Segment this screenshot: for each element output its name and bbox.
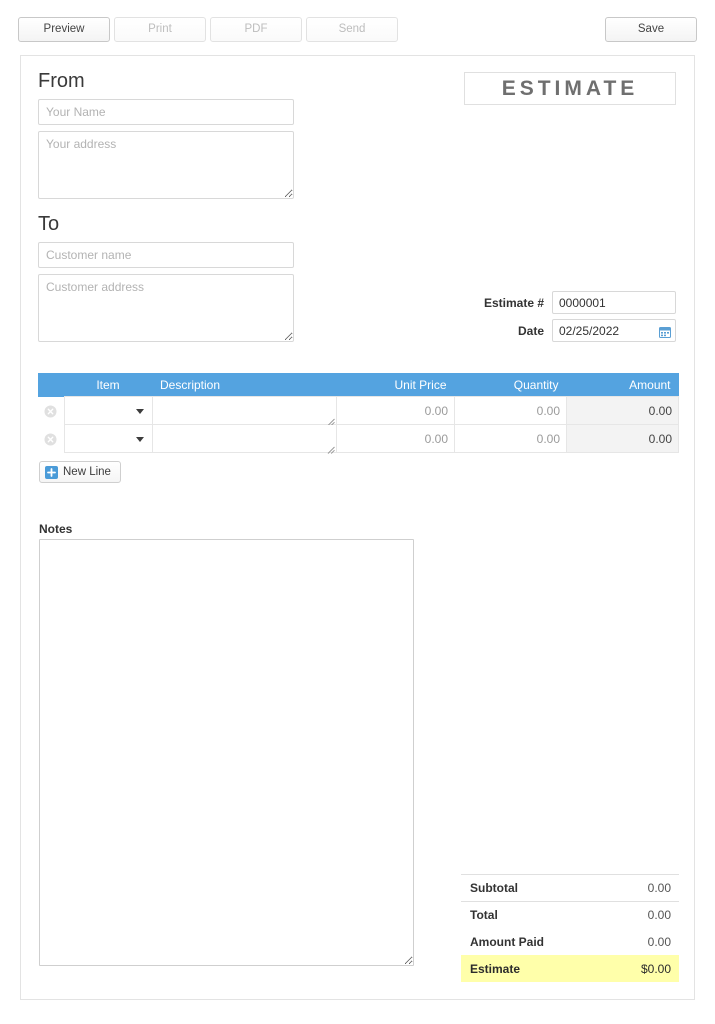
date-field-wrapper [552, 319, 676, 342]
to-section: To [38, 213, 294, 342]
toolbar-right-group: Save [605, 17, 697, 42]
table-row: 0.00 0.00 0.00 [38, 396, 679, 426]
header-quantity: Quantity [454, 373, 567, 397]
preview-button[interactable]: Preview [18, 17, 110, 42]
header-unit-price: Unit Price [336, 373, 455, 397]
from-heading: From [38, 70, 85, 92]
quantity-cell[interactable]: 0.00 [454, 424, 567, 453]
delete-circle-icon[interactable] [44, 433, 57, 446]
new-line-button[interactable]: New Line [39, 461, 121, 483]
line-items-body: 0.00 0.00 0.00 0.00 0.00 0.00 [38, 396, 679, 454]
description-cell[interactable] [151, 396, 337, 426]
amount-cell: 0.00 [566, 424, 679, 453]
from-address-input[interactable] [38, 131, 294, 199]
document-meta: Estimate # Date [484, 291, 676, 347]
date-input[interactable] [552, 319, 676, 342]
unit-price-cell[interactable]: 0.00 [336, 424, 455, 453]
amount-paid-label: Amount Paid [470, 934, 544, 949]
header-amount: Amount [566, 373, 679, 397]
calendar-icon[interactable] [659, 325, 671, 338]
unit-price-cell[interactable]: 0.00 [336, 396, 455, 425]
estimate-total-label: Estimate [470, 961, 521, 976]
subtotal-row: Subtotal 0.00 [461, 874, 679, 901]
item-cell[interactable] [63, 424, 153, 453]
new-line-label: New Line [63, 466, 111, 478]
item-select-0[interactable] [70, 402, 146, 419]
total-row: Total 0.00 [461, 901, 679, 928]
pdf-button[interactable]: PDF [210, 17, 302, 42]
top-toolbar: Preview Print PDF Send Save [0, 0, 715, 48]
send-button[interactable]: Send [306, 17, 398, 42]
total-label: Total [470, 908, 498, 922]
to-address-input[interactable] [38, 274, 294, 342]
item-cell[interactable] [63, 396, 153, 425]
toolbar-left-group: Preview Print PDF Send [18, 17, 402, 42]
date-label: Date [517, 323, 544, 338]
notes-label: Notes [39, 522, 73, 536]
resize-handle-icon[interactable] [326, 443, 335, 454]
subtotal-label: Subtotal [470, 881, 518, 895]
delete-row-cell [38, 425, 64, 453]
table-row: 0.00 0.00 0.00 [38, 424, 679, 454]
estimate-total-value: $0.00 [640, 961, 671, 976]
table-header-row: Item Description Unit Price Quantity Amo… [38, 373, 679, 397]
from-section: From [38, 70, 294, 199]
estimate-number-label: Estimate # [483, 295, 544, 310]
quantity-cell[interactable]: 0.00 [454, 396, 567, 425]
header-description: Description [152, 373, 337, 397]
document-title: ESTIMATE [501, 76, 639, 100]
delete-circle-icon[interactable] [44, 405, 57, 418]
estimate-document: ESTIMATE From To Estimate # Date [20, 55, 695, 1000]
totals-section: Subtotal 0.00 Total 0.00 Amount Paid 0.0… [461, 874, 679, 982]
to-heading: To [38, 213, 60, 235]
document-title-box: ESTIMATE [464, 72, 676, 105]
save-button[interactable]: Save [605, 17, 697, 42]
estimate-number-input[interactable] [552, 291, 676, 314]
line-items-table: Item Description Unit Price Quantity Amo… [38, 373, 679, 454]
from-name-input[interactable] [38, 99, 294, 125]
amount-paid-value: 0.00 [647, 934, 671, 949]
description-cell[interactable] [151, 424, 337, 454]
print-button[interactable]: Print [114, 17, 206, 42]
line-items-header: Item Description Unit Price Quantity Amo… [38, 373, 679, 397]
subtotal-value: 0.00 [647, 881, 671, 895]
delete-row-cell [38, 397, 64, 425]
notes-input[interactable] [39, 539, 414, 966]
date-row: Date [484, 319, 676, 342]
description-input-1[interactable] [158, 430, 334, 447]
header-delete-spacer [38, 373, 64, 397]
resize-handle-icon[interactable] [326, 415, 335, 426]
amount-paid-row: Amount Paid 0.00 [461, 928, 679, 955]
estimate-number-row: Estimate # [484, 291, 676, 314]
plus-square-icon [45, 465, 58, 479]
to-name-input[interactable] [38, 242, 294, 268]
amount-cell: 0.00 [566, 396, 679, 425]
item-select-1[interactable] [70, 430, 146, 447]
total-value: 0.00 [647, 908, 671, 922]
description-input-0[interactable] [158, 402, 334, 419]
estimate-total-row: Estimate $0.00 [461, 955, 679, 982]
header-item: Item [64, 373, 152, 397]
